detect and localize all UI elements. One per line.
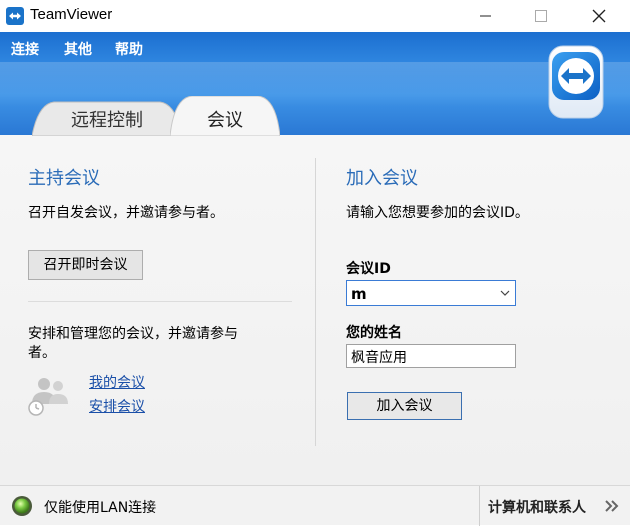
join-meeting-button[interactable]: 加入会议 bbox=[347, 392, 462, 420]
your-name-value: 枫音应用 bbox=[351, 350, 407, 366]
chevron-down-icon[interactable] bbox=[499, 287, 511, 299]
window-title: TeamViewer bbox=[30, 6, 113, 23]
meeting-id-label: 会议ID bbox=[346, 261, 391, 277]
meeting-people-icon bbox=[26, 374, 72, 418]
menu-connect[interactable]: 连接 bbox=[11, 39, 39, 59]
maximize-button[interactable] bbox=[517, 0, 563, 32]
column-divider bbox=[315, 158, 316, 446]
meeting-id-value: m bbox=[351, 285, 367, 303]
status-bar: 仅能使用LAN连接 计算机和联系人 bbox=[0, 485, 630, 526]
tab-remote-control-label: 远程控制 bbox=[71, 110, 143, 131]
schedule-description-line2: 者。 bbox=[28, 345, 56, 361]
section-divider bbox=[28, 301, 292, 302]
computers-contacts-button[interactable]: 计算机和联系人 bbox=[480, 486, 630, 526]
schedule-meeting-link[interactable]: 安排会议 bbox=[89, 396, 145, 416]
computers-contacts-label: 计算机和联系人 bbox=[488, 500, 586, 516]
schedule-description-line1: 安排和管理您的会议，并邀请参与 bbox=[28, 326, 238, 342]
tab-meeting-label: 会议 bbox=[207, 110, 243, 131]
double-chevron-right-icon bbox=[605, 500, 619, 512]
title-bar: TeamViewer bbox=[0, 0, 630, 32]
teamviewer-logo-icon bbox=[547, 44, 605, 120]
close-button[interactable] bbox=[575, 0, 621, 32]
tab-remote-control[interactable]: 远程控制 bbox=[32, 96, 182, 136]
connection-status-led-icon bbox=[11, 495, 33, 517]
my-meetings-link[interactable]: 我的会议 bbox=[89, 372, 145, 392]
menu-help[interactable]: 帮助 bbox=[115, 39, 143, 59]
your-name-label: 您的姓名 bbox=[346, 325, 402, 341]
teamviewer-app-icon bbox=[6, 7, 24, 25]
instant-meeting-button[interactable]: 召开即时会议 bbox=[28, 250, 143, 280]
join-meeting-title: 加入会议 bbox=[346, 168, 418, 189]
menu-other[interactable]: 其他 bbox=[64, 39, 92, 59]
host-meeting-description: 召开自发会议，并邀请参与者。 bbox=[28, 205, 224, 221]
join-meeting-description: 请输入您想要参加的会议ID。 bbox=[346, 205, 529, 221]
minimize-button[interactable] bbox=[462, 0, 508, 32]
meeting-id-combobox[interactable]: m bbox=[346, 280, 516, 306]
tab-meeting[interactable]: 会议 bbox=[170, 96, 280, 136]
your-name-input[interactable]: 枫音应用 bbox=[346, 344, 516, 368]
host-meeting-title: 主持会议 bbox=[28, 168, 100, 189]
connection-status-text: 仅能使用LAN连接 bbox=[44, 500, 157, 516]
